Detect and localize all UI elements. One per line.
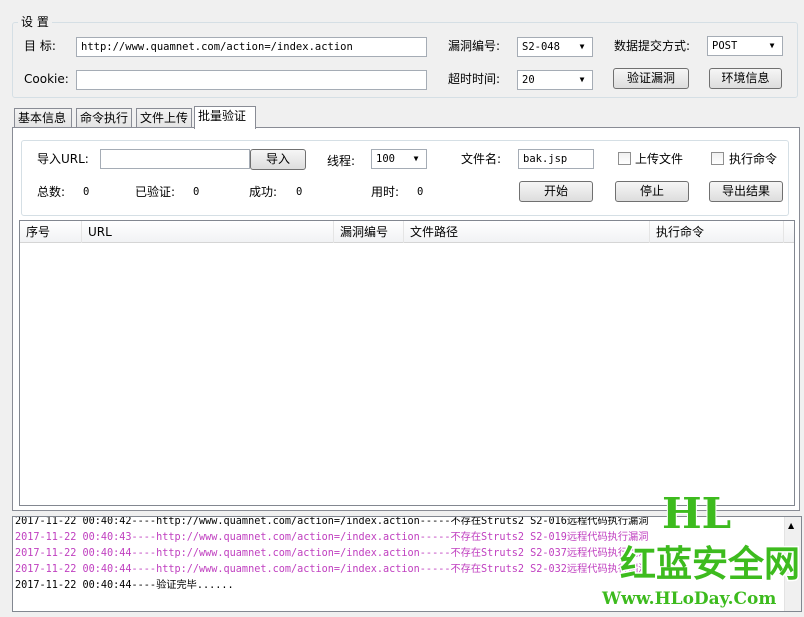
vuln-id-select[interactable]: S2-048 ▼ xyxy=(517,37,593,57)
verified-value: 0 xyxy=(193,186,200,198)
log-line: 2017-11-22 00:40:44----http://www.quamne… xyxy=(15,564,649,575)
tab-batch-verify[interactable]: 批量验证 xyxy=(194,106,256,129)
column-header-file-path[interactable]: 文件路径 xyxy=(404,221,650,243)
submit-method-value: POST xyxy=(712,40,738,52)
exec-cmd-checkbox[interactable] xyxy=(711,152,724,165)
target-label: 目 标: xyxy=(24,39,56,53)
cookie-label: Cookie: xyxy=(24,72,69,86)
threads-select[interactable]: 100 ▼ xyxy=(371,149,427,169)
filename-label: 文件名: xyxy=(461,152,502,166)
export-results-button[interactable]: 导出结果 xyxy=(709,181,783,202)
total-value: 0 xyxy=(83,186,90,198)
filename-input[interactable]: bak.jsp xyxy=(518,149,594,169)
import-url-label: 导入URL: xyxy=(37,152,89,166)
timeout-label: 超时时间: xyxy=(448,72,501,86)
threads-label: 线程: xyxy=(327,154,356,168)
log-line: 2017-11-22 00:40:42----http://www.quamne… xyxy=(15,516,649,527)
import-button[interactable]: 导入 xyxy=(250,149,306,170)
chevron-down-icon: ▼ xyxy=(769,41,775,50)
vuln-id-label: 漏洞编号: xyxy=(448,39,501,53)
chevron-down-icon: ▼ xyxy=(579,75,585,84)
chevron-down-icon: ▼ xyxy=(413,154,419,163)
threads-value: 100 xyxy=(376,153,395,165)
env-info-button[interactable]: 环境信息 xyxy=(709,68,782,89)
settings-group-title: 设 置 xyxy=(18,14,52,30)
log-scrollbar[interactable]: ▲ xyxy=(784,517,801,611)
column-header-exec-cmd[interactable]: 执行命令 xyxy=(650,221,784,243)
upload-file-checkbox[interactable] xyxy=(618,152,631,165)
cookie-input[interactable] xyxy=(76,70,427,90)
start-button[interactable]: 开始 xyxy=(519,181,593,202)
success-label: 成功: xyxy=(249,185,278,199)
chevron-down-icon: ▼ xyxy=(579,42,585,51)
results-table[interactable]: 序号 URL 漏洞编号 文件路径 执行命令 xyxy=(19,220,795,506)
column-header-url[interactable]: URL xyxy=(82,221,334,243)
verified-label: 已验证: xyxy=(135,185,176,199)
column-header-index[interactable]: 序号 xyxy=(20,221,82,243)
log-line: 2017-11-22 00:40:44----http://www.quamne… xyxy=(15,548,649,559)
log-line: 2017-11-22 00:40:44----验证完毕...... xyxy=(15,580,234,591)
tab-command-exec[interactable]: 命令执行 xyxy=(76,108,132,128)
batch-verify-panel: 导入URL: 导入 线程: 100 ▼ 文件名: bak.jsp 上传文件 执行… xyxy=(12,127,800,511)
vuln-id-value: S2-048 xyxy=(522,41,560,53)
exec-cmd-label: 执行命令 xyxy=(729,152,778,166)
timeout-value: 20 xyxy=(522,74,535,86)
upload-file-label: 上传文件 xyxy=(635,152,684,166)
scroll-up-icon[interactable]: ▲ xyxy=(788,521,794,530)
timeout-select[interactable]: 20 ▼ xyxy=(517,70,593,90)
total-label: 总数: xyxy=(37,185,66,199)
time-value: 0 xyxy=(417,186,424,198)
log-line: 2017-11-22 00:40:43----http://www.quamne… xyxy=(15,532,649,543)
import-url-input[interactable] xyxy=(100,149,250,169)
target-input[interactable]: http://www.quamnet.com/action=/index.act… xyxy=(76,37,427,57)
stop-button[interactable]: 停止 xyxy=(615,181,689,202)
submit-method-label: 数据提交方式: xyxy=(614,39,691,53)
tab-file-upload[interactable]: 文件上传 xyxy=(136,108,192,128)
time-label: 用时: xyxy=(371,185,400,199)
verify-vuln-button[interactable]: 验证漏洞 xyxy=(613,68,689,89)
results-table-header: 序号 URL 漏洞编号 文件路径 执行命令 xyxy=(20,221,794,243)
success-value: 0 xyxy=(296,186,303,198)
submit-method-select[interactable]: POST ▼ xyxy=(707,36,783,56)
tab-basic-info[interactable]: 基本信息 xyxy=(14,108,72,128)
log-output[interactable]: 2017-11-22 00:40:42----http://www.quamne… xyxy=(12,516,802,612)
column-header-vuln-id[interactable]: 漏洞编号 xyxy=(334,221,404,243)
